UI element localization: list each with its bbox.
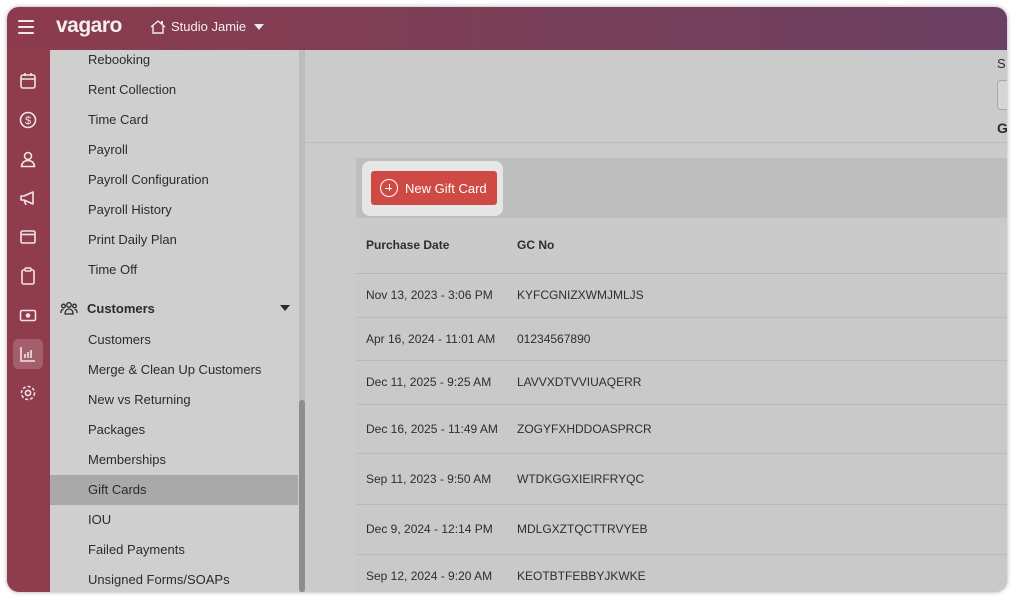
nav-item-unsigned-forms[interactable]: Unsigned Forms/SOAPs [50,570,298,592]
purchase-date-cell: Dec 9, 2024 - 12:14 PM [356,504,507,555]
table-row[interactable]: Dec 16, 2025 - 11:49 AM ZOGYFXHDDOASPRCR [356,404,1007,454]
studio-name: Studio Jamie [171,19,247,34]
nav-item-merge-clean-up[interactable]: Merge & Clean Up Customers [50,360,298,390]
header-partial-text: S [997,56,1006,71]
gc-no-cell: MDLGXZTQCTTRVYEB [507,504,1007,555]
chevron-down-icon [280,305,290,311]
gc-no-cell: LAVVXDTVVIUAQERR [507,360,1007,405]
table-row[interactable]: Nov 13, 2023 - 3:06 PM KYFCGNIZXWMJMLJS [356,273,1007,318]
main-content: S G New Gift Card Purchase Date GC No No… [305,50,1007,592]
purchase-date-cell: Sep 11, 2023 - 9:50 AM [356,453,507,505]
purchase-date-cell: Apr 16, 2024 - 11:01 AM [356,317,507,361]
table-row[interactable]: Dec 9, 2024 - 12:14 PM MDLGXZTQCTTRVYEB [356,504,1007,555]
browser-icon[interactable] [13,222,43,252]
settings-icon[interactable] [13,378,43,408]
gc-no-cell: ZOGYFXHDDOASPRCR [507,404,1007,454]
column-header-purchase-date[interactable]: Purchase Date [356,218,507,274]
megaphone-icon[interactable] [13,183,43,213]
gift-cards-table: Purchase Date GC No Nov 13, 2023 - 3:06 … [356,218,1007,592]
new-gift-card-label: New Gift Card [405,180,487,196]
nav-item-packages[interactable]: Packages [50,420,298,450]
main-header: S G [305,50,1007,143]
nav-item-payroll-history[interactable]: Payroll History [50,200,298,230]
home-icon [150,19,166,34]
header-partial-heading: G [997,120,1007,136]
column-header-gc-no[interactable]: GC No [507,218,1007,274]
top-bar: vagaro Studio Jamie [7,7,1007,50]
gift-cards-panel: New Gift Card Purchase Date GC No Nov 13… [356,158,1007,592]
nav-item-new-vs-returning[interactable]: New vs Returning [50,390,298,420]
nav-item-rebooking[interactable]: Rebooking [50,50,298,80]
chevron-down-icon [254,23,265,30]
nav-item-time-card[interactable]: Time Card [50,110,298,140]
new-gift-card-button[interactable]: New Gift Card [371,171,497,205]
svg-text:$: $ [25,115,31,127]
plus-circle-icon [380,179,398,197]
nav-item-customers[interactable]: Customers [50,330,298,360]
clipboard-icon[interactable] [13,261,43,291]
nav-item-time-off[interactable]: Time Off [50,260,298,290]
people-icon [60,302,78,315]
purchase-date-cell: Nov 13, 2023 - 3:06 PM [356,273,507,318]
dollar-icon[interactable]: $ [13,105,43,135]
nav-item-failed-payments[interactable]: Failed Payments [50,540,298,570]
table-row[interactable]: Sep 12, 2024 - 9:20 AM KEOTBTFEBBYJKWKE [356,554,1007,592]
nav-item-print-daily-plan[interactable]: Print Daily Plan [50,230,298,260]
app-window: vagaro Studio Jamie $ Rebooking Rent Col… [7,7,1007,592]
gc-no-cell: KYFCGNIZXWMJMLJS [507,273,1007,318]
table-header-row: Purchase Date GC No [356,218,1007,274]
vagaro-logo[interactable]: vagaro [56,14,122,38]
purchase-date-cell: Sep 12, 2024 - 9:20 AM [356,554,507,592]
nav-section-customers[interactable]: Customers [60,297,290,319]
calendar-icon[interactable] [13,66,43,96]
nav-item-payroll[interactable]: Payroll [50,140,298,170]
gc-no-cell: 01234567890 [507,317,1007,361]
nav-item-iou[interactable]: IOU [50,510,298,540]
icon-rail: $ [7,50,50,592]
reports-icon[interactable] [13,339,43,369]
table-row[interactable]: Dec 11, 2025 - 9:25 AM LAVVXDTVVIUAQERR [356,360,1007,405]
nav-item-gift-cards[interactable]: Gift Cards [50,475,298,505]
gc-no-cell: KEOTBTFEBBYJKWKE [507,554,1007,592]
purchase-date-cell: Dec 11, 2025 - 9:25 AM [356,360,507,405]
studio-selector[interactable]: Studio Jamie [150,19,265,34]
table-row[interactable]: Sep 11, 2023 - 9:50 AM WTDKGGXIEIRFRYQC [356,453,1007,505]
nav-item-payroll-configuration[interactable]: Payroll Configuration [50,170,298,200]
table-row[interactable]: Apr 16, 2024 - 11:01 AM 01234567890 [356,317,1007,361]
user-icon[interactable] [13,144,43,174]
menu-icon[interactable] [18,20,34,34]
cash-icon[interactable] [13,300,43,330]
panel-toolbar: New Gift Card [356,158,1007,218]
purchase-date-cell: Dec 16, 2025 - 11:49 AM [356,404,507,454]
nav-section-label: Customers [87,300,155,316]
gc-no-cell: WTDKGGXIEIRFRYQC [507,453,1007,505]
reports-nav: Rebooking Rent Collection Time Card Payr… [50,50,305,592]
nav-item-rent-collection[interactable]: Rent Collection [50,80,298,110]
header-partial-input[interactable] [997,80,1007,110]
